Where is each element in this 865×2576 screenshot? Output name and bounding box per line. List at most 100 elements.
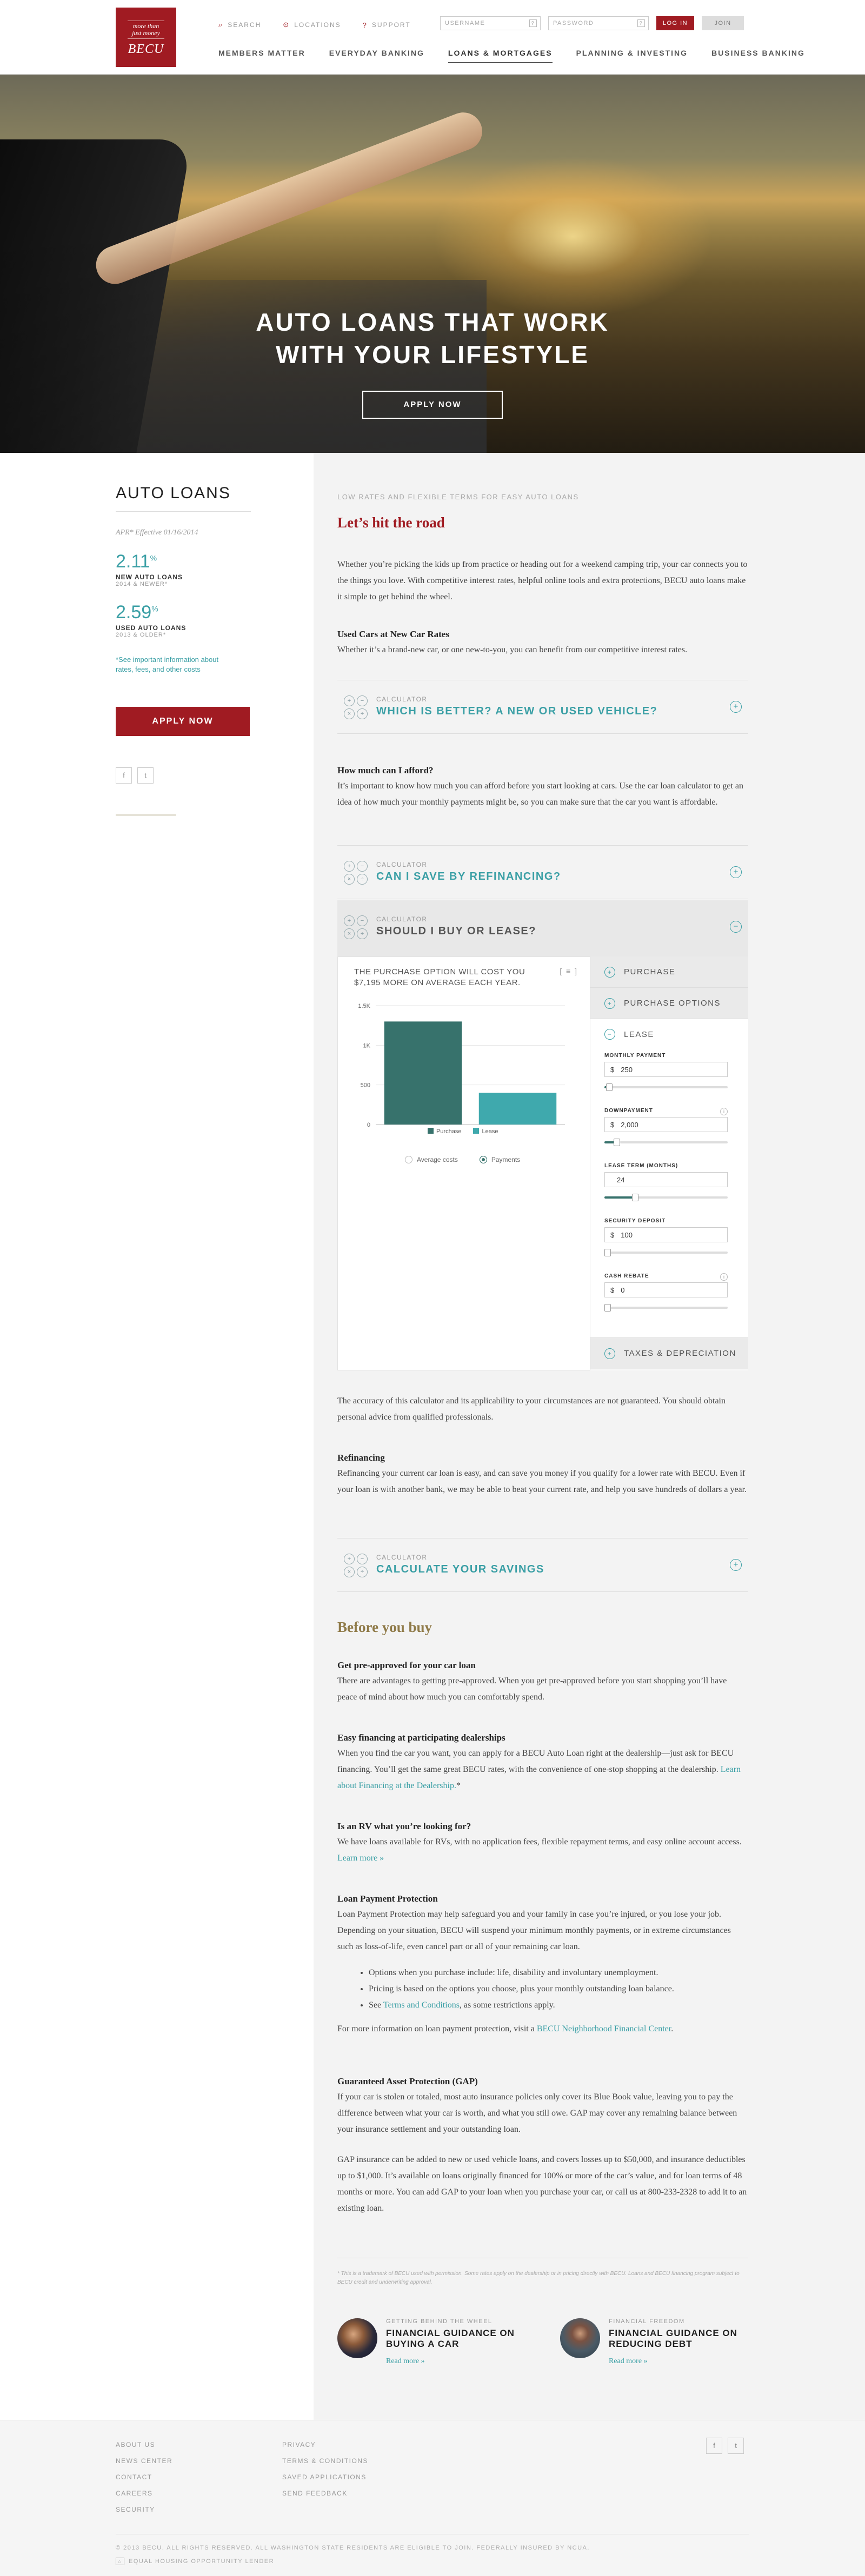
currency-prefix: $ [610,1066,615,1074]
info-icon[interactable]: i [720,1273,728,1281]
facebook-icon[interactable]: f [706,2438,722,2454]
slider-handle[interactable] [604,1304,611,1312]
rv-learn-more-link[interactable]: Learn more » [337,1854,384,1863]
rates-disclaimer-link[interactable]: *See important information about rates, … [116,655,229,674]
chart-panel: THE PURCHASE OPTION WILL COST YOU $7,195… [337,956,590,1370]
footer-link[interactable]: SECURITY [116,2501,172,2518]
slider-value-input[interactable]: 24 [604,1172,728,1187]
promo-label: GETTING BEHIND THE WHEEL [386,2318,493,2325]
nav-planning-investing[interactable]: PLANNING & INVESTING [576,49,688,63]
option-taxes-depreciation[interactable]: + TAXES & DEPRECIATION [590,1338,748,1369]
y-tick-label: 500 [361,1082,370,1089]
twitter-icon[interactable]: t [728,2438,744,2454]
chart-menu-icon[interactable]: [ ≡ ] [560,967,578,975]
nav-everyday-banking[interactable]: EVERYDAY BANKING [329,49,424,63]
slider-track[interactable] [604,1194,728,1201]
buy-lease-chart: 0 500 1K 1.5K [358,1003,565,1128]
gap-section: Guaranteed Asset Protection (GAP) If you… [337,2076,748,2217]
expand-icon[interactable]: + [730,1559,742,1571]
login-button[interactable]: LOG IN [656,16,694,30]
bar-purchase[interactable] [384,1021,462,1125]
toggle-average-costs[interactable]: Average costs [405,1156,458,1163]
footer-link[interactable]: NEWS CENTER [116,2453,172,2469]
legend-lease[interactable]: Lease [473,1128,498,1135]
password-field[interactable]: PASSWORD? [548,16,649,30]
lpp-see: See [369,2000,382,2010]
utility-support[interactable]: ? SUPPORT [363,21,411,29]
dealership-text: When you find the car you want, you can … [337,1745,748,1794]
nav-business-banking[interactable]: BUSINESS BANKING [711,49,805,63]
nav-loans-mortgages[interactable]: LOANS & MORTGAGES [448,49,553,63]
financial-center-link[interactable]: BECU Neighborhood Financial Center [537,2024,671,2033]
site-footer: ABOUT US NEWS CENTER CONTACT CAREERS SEC… [0,2420,865,2576]
footer-link[interactable]: ABOUT US [116,2437,172,2453]
slider-track[interactable] [604,1304,728,1312]
promo-buying-car[interactable]: GETTING BEHIND THE WHEEL FINANCIAL GUIDA… [337,2315,521,2369]
footer-link[interactable]: CAREERS [116,2485,172,2501]
page: more than just money BECU ⌕ SEARCH ⊙ LOCAT… [0,0,865,2576]
promo-read-more-link[interactable]: Read more » [609,2357,648,2366]
footer-link[interactable]: CONTACT [116,2469,172,2485]
sidebar-apply-button[interactable]: APPLY NOW [116,707,250,736]
footer-link[interactable]: PRIVACY [282,2437,368,2453]
terms-link[interactable]: Terms and Conditions [383,2000,460,2010]
calculator-refinancing[interactable]: + − × ÷ CALCULATOR CAN I SAVE BY REFINANCIN… [337,845,748,899]
help-icon[interactable]: ? [637,19,645,27]
slider-value-input[interactable]: $2,000 [604,1117,728,1132]
slider-track[interactable] [604,1139,728,1146]
calculator-new-or-used[interactable]: + − × ÷ CALCULATOR WHICH IS BETTER? A NEW O… [337,680,748,734]
info-icon[interactable]: i [720,1108,728,1115]
logo-tagline: more than just money [128,21,164,39]
slider-value: 100 [621,1231,633,1239]
rate-used-auto: 2.59% USED AUTO LOANS 2013 & OLDER* [116,602,186,638]
footer-link[interactable]: SEND FEEDBACK [282,2485,368,2501]
expand-icon[interactable]: + [730,866,742,878]
car-driver-avatar [337,2318,377,2358]
footer-link[interactable]: SAVED APPLICATIONS [282,2469,368,2485]
toggle-payments[interactable]: Payments [479,1156,520,1163]
collapse-icon[interactable]: − [730,921,742,933]
y-tick-label: 0 [367,1122,370,1128]
lpp-bullet: See Terms and Conditions, as some restri… [369,1997,748,2013]
option-purchase-options[interactable]: + PURCHASE OPTIONS [590,988,748,1019]
slider-label: CASH REBATE [604,1273,649,1279]
chart-view-toggle: Average costs Payments [405,1156,520,1163]
username-field[interactable]: USERNAME? [440,16,541,30]
calculator-header[interactable]: + − × ÷ CALCULATOR SHOULD I BUY OR LEASE? − [337,900,748,956]
slider-handle[interactable] [604,1249,611,1256]
expand-icon[interactable]: + [730,701,742,713]
option-purchase[interactable]: + PURCHASE [590,956,748,988]
hero-title-line1: AUTO LOANS THAT WORK [256,308,609,336]
nav-members-matter[interactable]: MEMBERS MATTER [218,49,305,63]
utility-locations[interactable]: ⊙ LOCATIONS [283,21,341,29]
slider-track[interactable] [604,1083,728,1091]
option-lease[interactable]: − LEASE [604,1025,734,1044]
slider-handle[interactable] [613,1139,620,1146]
calculator-savings[interactable]: + − × ÷ CALCULATOR CALCULATE YOUR SAVINGS + [337,1538,748,1592]
help-icon[interactable]: ? [529,19,537,27]
becu-logo[interactable]: more than just money BECU [116,8,176,67]
main-eyebrow: LOW RATES AND FLEXIBLE TERMS FOR EASY AU… [337,493,579,501]
toggle-label: Average costs [417,1156,458,1163]
sidebar-accent-line [116,814,176,816]
bar-lease[interactable] [478,1093,557,1125]
slider-value-input[interactable]: $100 [604,1227,728,1242]
person-avatar [560,2318,600,2358]
slider-value-input[interactable]: $250 [604,1062,728,1077]
join-button[interactable]: JOIN [702,16,744,30]
facebook-icon[interactable]: f [116,767,132,784]
footer-link[interactable]: TERMS & CONDITIONS [282,2453,368,2469]
promo-read-more-link[interactable]: Read more » [386,2357,425,2366]
slider-handle[interactable] [632,1194,638,1201]
utility-search[interactable]: ⌕ SEARCH [218,21,261,29]
calculator-title: CAN I SAVE BY REFINANCING? [376,871,561,882]
hero-apply-button[interactable]: APPLY NOW [362,391,503,419]
legend-purchase[interactable]: Purchase [428,1128,461,1135]
promo-reducing-debt[interactable]: FINANCIAL FREEDOM FINANCIAL GUIDANCE ON … [560,2315,744,2369]
copyright: © 2013 BECU. ALL RIGHTS RESERVED. ALL WA… [116,2545,590,2551]
slider-track[interactable] [604,1249,728,1256]
twitter-icon[interactable]: t [137,767,154,784]
rv-text: We have loans available for RVs, with no… [337,1834,748,1866]
slider-handle[interactable] [606,1083,613,1091]
slider-value-input[interactable]: $0 [604,1282,728,1297]
